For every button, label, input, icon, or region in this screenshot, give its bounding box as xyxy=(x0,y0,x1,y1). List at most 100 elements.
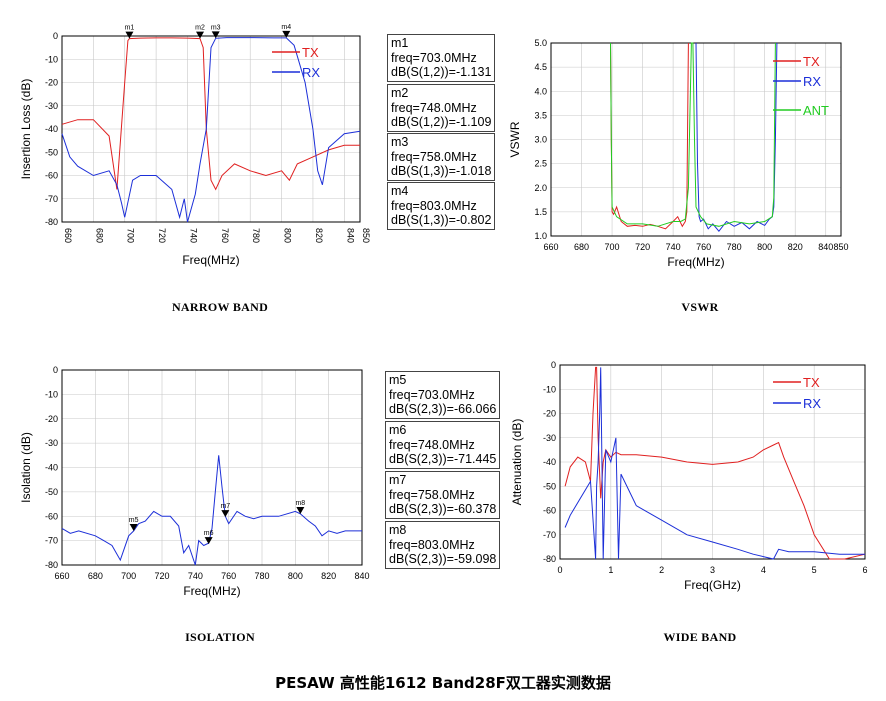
x-tick-label: 700 xyxy=(121,571,136,581)
y-tick-label: -10 xyxy=(543,384,556,394)
legend-label: RX xyxy=(803,74,821,89)
page-title: PESAW 高性能1612 Band28F双工器实测数据 xyxy=(275,674,611,692)
y-axis-label: Attenuation (dB) xyxy=(510,419,524,506)
y-tick-label: -40 xyxy=(45,124,58,134)
y-tick-label: -70 xyxy=(45,194,58,204)
marker-triangle xyxy=(282,30,291,38)
x-tick-label: 740 xyxy=(188,571,203,581)
marker-name: m6 xyxy=(389,423,407,437)
y-tick-label: -50 xyxy=(543,481,556,491)
marker-label: m3 xyxy=(211,24,221,31)
marker-name: m8 xyxy=(389,523,407,537)
marker-name: m4 xyxy=(391,184,409,198)
y-tick-label: -30 xyxy=(45,101,58,111)
series-line-tx xyxy=(61,37,360,191)
x-axis-label: Freq(MHz) xyxy=(182,253,239,267)
marker-value: dB(S(1,3))=-1.018 xyxy=(391,164,492,178)
legend-label: TX xyxy=(803,375,820,390)
y-tick-label: 4.5 xyxy=(534,62,547,72)
y-tick-label: -20 xyxy=(543,409,556,419)
x-tick-label: 840 xyxy=(345,228,355,243)
x-tick-label: 840 xyxy=(818,242,833,252)
marker-name: m2 xyxy=(391,86,409,100)
y-tick-label: -30 xyxy=(543,433,556,443)
y-tick-label: 2.5 xyxy=(534,159,547,169)
marker-value: dB(S(1,2))=-1.109 xyxy=(391,115,492,129)
narrow-marker-box-m1: m1 freq=703.0MHz dB(S(1,2))=-1.131 xyxy=(387,34,496,82)
x-tick-label: 820 xyxy=(788,242,803,252)
marker-value: dB(S(1,3))=-0.802 xyxy=(391,213,492,227)
marker-label: m5 xyxy=(129,517,139,524)
y-tick-label: -40 xyxy=(543,457,556,467)
series-line-ant xyxy=(610,42,776,227)
marker-freq: freq=748.0MHz xyxy=(389,437,475,452)
marker-label: m4 xyxy=(281,24,291,31)
marker-value: dB(S(2,3))=-66.066 xyxy=(389,402,497,416)
marker-value: dB(S(2,3))=-60.378 xyxy=(389,502,497,516)
y-tick-label: -50 xyxy=(45,147,58,157)
marker-freq: freq=758.0MHz xyxy=(391,149,477,164)
series-line-s23 xyxy=(61,455,362,566)
x-tick-label: 780 xyxy=(254,571,269,581)
marker-label: m6 xyxy=(204,530,214,537)
wide-band-chart: 0 1 2 3 4 5 6 0 -10 -20 -30 -40 -50 -60 -70 -80 Freq(GHz… xyxy=(510,360,868,592)
marker-label: m7 xyxy=(220,503,230,510)
x-tick-label: 760 xyxy=(696,242,711,252)
marker-name: m7 xyxy=(389,473,407,487)
x-tick-label: 800 xyxy=(757,242,772,252)
series-line-tx xyxy=(610,42,689,230)
narrow-band-caption: NARROW BAND xyxy=(171,300,269,314)
narrow-marker-box-m4: m4 freq=803.0MHz dB(S(1,3))=-0.802 xyxy=(387,182,496,230)
y-tick-label: 0 xyxy=(53,365,58,375)
y-tick-label: -20 xyxy=(45,78,58,88)
x-tick-label: 660 xyxy=(63,228,73,243)
marker-freq: freq=758.0MHz xyxy=(389,487,475,502)
x-tick-label: 660 xyxy=(543,242,558,252)
x-tick-label: 680 xyxy=(88,571,103,581)
isolation-caption: ISOLATION xyxy=(185,630,255,644)
y-tick-label: 3.0 xyxy=(534,135,547,145)
x-tick-label: 780 xyxy=(251,228,261,243)
y-tick-label: -70 xyxy=(45,536,58,546)
marker-freq: freq=803.0MHz xyxy=(391,198,477,213)
y-tick-label: -60 xyxy=(543,506,556,516)
marker-label: m1 xyxy=(125,25,135,32)
y-tick-label: -70 xyxy=(543,530,556,540)
wide-band-caption: WIDE BAND xyxy=(663,630,737,644)
x-tick-label: 720 xyxy=(635,242,650,252)
x-tick-label: 800 xyxy=(283,228,293,243)
x-axis-label: Freq(GHz) xyxy=(684,578,741,592)
narrow-band-chart: 660 680 700 720 740 760 780 800 820 840 850 0 -10 -20… xyxy=(19,24,371,267)
y-tick-label: 3.5 xyxy=(534,110,547,120)
x-tick-label: 680 xyxy=(94,228,104,243)
x-tick-label: 720 xyxy=(154,571,169,581)
y-tick-label: -10 xyxy=(45,54,58,64)
iso-marker-box-m6: m6 freq=748.0MHz dB(S(2,3))=-71.445 xyxy=(385,421,501,469)
vswr-chart: 660 680 700 720 740 760 780 800 820 840 850 1.0 1.5 2… xyxy=(508,38,849,269)
x-tick-label: 740 xyxy=(666,242,681,252)
narrow-marker-box-m2: m2 freq=748.0MHz dB(S(1,2))=-1.109 xyxy=(387,84,496,132)
marker-label: m2 xyxy=(195,25,205,32)
x-tick-label: 700 xyxy=(126,228,136,243)
x-tick-label: 700 xyxy=(605,242,620,252)
x-tick-label: 4 xyxy=(761,565,766,575)
isolation-chart: 660 680 700 720 740 760 780 800 820 840 0 -10 -20 -30… xyxy=(19,365,370,598)
marker-label: m8 xyxy=(295,500,305,507)
y-tick-label: -60 xyxy=(45,171,58,181)
marker-freq: freq=703.0MHz xyxy=(389,387,475,402)
wide-band-panel: 0 1 2 3 4 5 6 0 -10 -20 -30 -40 -50 -60 -70 -80 Freq(GHz… xyxy=(505,355,886,610)
y-tick-label: 1.0 xyxy=(534,231,547,241)
marker-freq: freq=748.0MHz xyxy=(391,100,477,115)
narrow-marker-box-m3: m3 freq=758.0MHz dB(S(1,3))=-1.018 xyxy=(387,133,496,181)
marker-triangle xyxy=(125,31,134,39)
y-tick-label: -80 xyxy=(45,560,58,570)
x-tick-label: 760 xyxy=(220,228,230,243)
legend-label: TX xyxy=(803,54,820,69)
x-tick-label: 6 xyxy=(862,565,867,575)
x-tick-label: 680 xyxy=(574,242,589,252)
x-tick-label: 800 xyxy=(288,571,303,581)
iso-marker-box-m7: m7 freq=758.0MHz dB(S(2,3))=-60.378 xyxy=(385,471,501,519)
y-axis-label: VSWR xyxy=(508,121,522,157)
x-axis-label: Freq(MHz) xyxy=(667,255,724,269)
vswr-caption: VSWR xyxy=(681,300,719,314)
